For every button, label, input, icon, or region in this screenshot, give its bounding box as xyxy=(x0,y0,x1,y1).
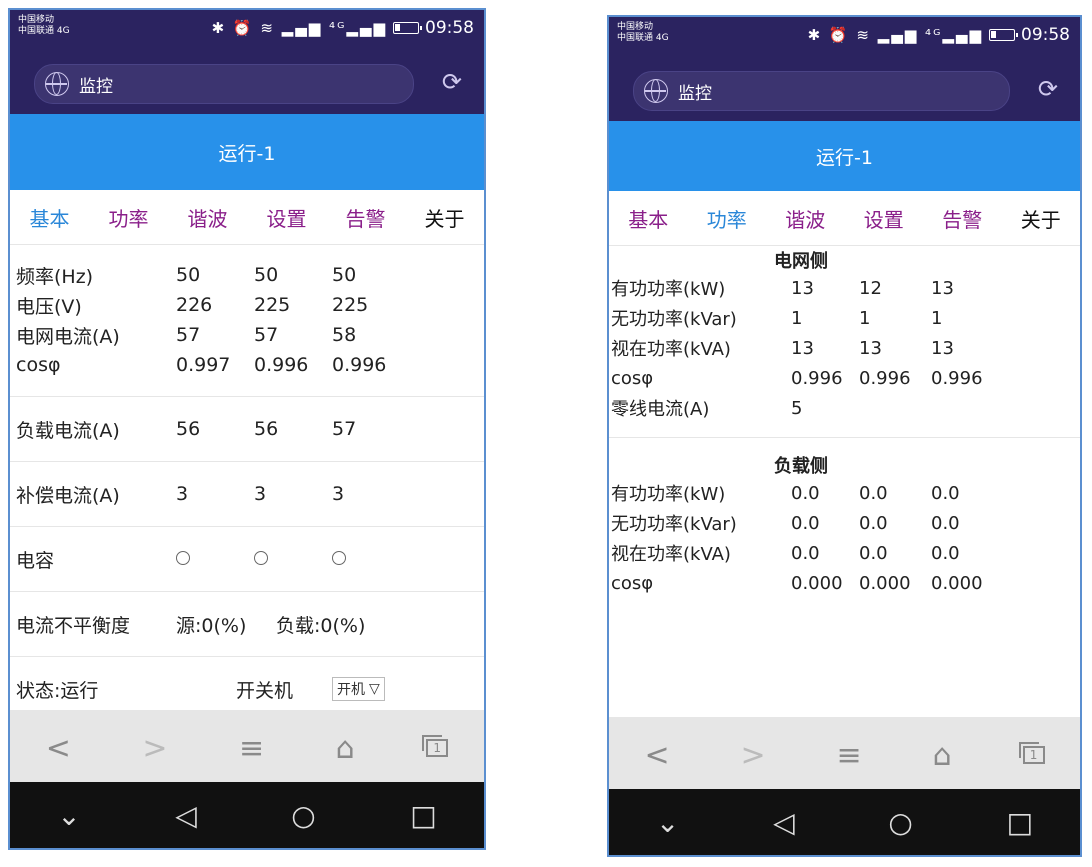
tab-settings[interactable]: 设置 xyxy=(267,203,307,232)
table-row: 视在功率(kVA) 13 13 13 xyxy=(611,337,954,361)
browser-nav: < > ≡ ⌂ 1 xyxy=(609,717,1080,793)
tab-basic[interactable]: 基本 xyxy=(30,203,70,232)
carrier-info: 中国移动 中国联通 4G xyxy=(617,22,669,43)
recent-apps-icon[interactable]: □ xyxy=(1007,806,1033,839)
tab-bar: 基本 功率 谐波 设置 告警 关于 xyxy=(609,191,1080,246)
battery-icon xyxy=(393,22,422,34)
table-row: 无功功率(kVar) 1 1 1 xyxy=(611,307,943,331)
url-field[interactable]: 监控 xyxy=(633,71,1010,111)
status-bar: 中国移动 中国联通 4G ✱ ⏰ ≋ ▂▄▆ ⁴ᴳ▂▄▆ 09:58 xyxy=(10,10,484,54)
table-row: cosφ 0.000 0.000 0.000 xyxy=(611,572,983,594)
refresh-icon[interactable]: ⟳ xyxy=(1038,77,1058,101)
tab-harmonics[interactable]: 谐波 xyxy=(785,204,825,233)
power-content: 电网侧 有功功率(kW) 13 12 13 无功功率(kVar) 1 1 1 视… xyxy=(609,247,1080,598)
globe-icon xyxy=(45,72,69,96)
tab-harmonics[interactable]: 谐波 xyxy=(188,203,228,232)
recent-apps-icon[interactable]: □ xyxy=(410,799,436,832)
home-icon[interactable]: ⌂ xyxy=(336,731,355,766)
carrier-info: 中国移动 中国联通 4G xyxy=(18,15,70,36)
browser-address-bar: 监控 ⟳ xyxy=(10,54,484,114)
phone-screen-power: 中国移动 中国联通 4G ✱ ⏰ ≋ ▂▄▆ ⁴ᴳ▂▄▆ 09:58 监控 ⟳ … xyxy=(607,15,1082,857)
status-bar: 中国移动 中国联通 4G ✱ ⏰ ≋ ▂▄▆ ⁴ᴳ▂▄▆ 09:58 xyxy=(609,17,1080,61)
capacitor-indicator xyxy=(332,551,346,565)
tab-bar: 基本 功率 谐波 设置 告警 关于 xyxy=(10,190,484,245)
basic-content: 频率(Hz) 50 50 50 电压(V) 226 225 225 电网电流(A… xyxy=(10,260,484,721)
section-header-grid: 电网侧 xyxy=(774,251,828,272)
system-home-icon[interactable]: ○ xyxy=(291,799,315,832)
system-nav: ⌄ ◁ ○ □ xyxy=(10,782,484,848)
tab-alarms[interactable]: 告警 xyxy=(346,203,386,232)
table-row: 电网电流(A) 57 57 58 xyxy=(16,324,357,348)
load-current-row: 负载电流(A) 56 56 57 xyxy=(16,418,357,442)
url-text: 监控 xyxy=(678,83,712,104)
table-row: 有功功率(kW) 13 12 13 xyxy=(611,277,954,301)
phone-screen-basic: 中国移动 中国联通 4G ✱ ⏰ ≋ ▂▄▆ ⁴ᴳ▂▄▆ 09:58 监控 ⟳ … xyxy=(8,8,486,850)
tab-alarms[interactable]: 告警 xyxy=(942,204,982,233)
page-title: 运行-1 xyxy=(609,121,1080,191)
capacitor-indicator xyxy=(254,551,268,565)
browser-nav: < > ≡ ⌂ 1 xyxy=(10,710,484,786)
menu-icon[interactable]: ≡ xyxy=(837,738,862,773)
refresh-icon[interactable]: ⟳ xyxy=(442,70,462,94)
tab-about[interactable]: 关于 xyxy=(425,203,465,232)
forward-icon[interactable]: > xyxy=(142,731,167,766)
section-header-load: 负载侧 xyxy=(774,456,828,477)
system-back-icon[interactable]: ◁ xyxy=(773,806,795,839)
chevron-down-icon: ▽ xyxy=(369,681,380,697)
forward-icon[interactable]: > xyxy=(741,738,766,773)
tabs-icon[interactable]: 1 xyxy=(422,735,449,757)
battery-icon xyxy=(989,29,1018,41)
table-row: 电压(V) 226 225 225 xyxy=(16,294,369,318)
table-row: 零线电流(A) 5 xyxy=(611,397,803,421)
globe-icon xyxy=(644,79,668,103)
status-icons: ✱ ⏰ ≋ ▂▄▆ ⁴ᴳ▂▄▆ xyxy=(211,19,387,37)
down-icon[interactable]: ⌄ xyxy=(656,806,679,839)
menu-icon[interactable]: ≡ xyxy=(239,731,264,766)
tab-about[interactable]: 关于 xyxy=(1021,204,1061,233)
url-field[interactable]: 监控 xyxy=(34,64,414,104)
table-row: 有功功率(kW) 0.0 0.0 0.0 xyxy=(611,482,960,506)
comp-current-row: 补偿电流(A) 3 3 3 xyxy=(16,483,345,507)
imbalance-row: 电流不平衡度 源:0(%) 负载:0(%) xyxy=(16,614,366,637)
tab-settings[interactable]: 设置 xyxy=(864,204,904,233)
power-switch-select[interactable]: 开机 ▽ xyxy=(332,677,385,701)
down-icon[interactable]: ⌄ xyxy=(57,799,80,832)
system-nav: ⌄ ◁ ○ □ xyxy=(609,789,1080,855)
table-row: 无功功率(kVar) 0.0 0.0 0.0 xyxy=(611,512,960,536)
back-icon[interactable]: < xyxy=(644,738,669,773)
page-title: 运行-1 xyxy=(10,114,484,190)
table-row: cosφ 0.996 0.996 0.996 xyxy=(611,367,983,389)
status-icons: ✱ ⏰ ≋ ▂▄▆ ⁴ᴳ▂▄▆ xyxy=(807,26,983,44)
clock: 09:58 xyxy=(425,18,474,38)
back-icon[interactable]: < xyxy=(46,731,71,766)
system-back-icon[interactable]: ◁ xyxy=(175,799,197,832)
tabs-icon[interactable]: 1 xyxy=(1018,742,1045,764)
table-row: cosφ 0.997 0.996 0.996 xyxy=(16,354,387,376)
tab-basic[interactable]: 基本 xyxy=(628,204,668,233)
url-text: 监控 xyxy=(79,76,113,97)
capacitor-indicator xyxy=(176,551,190,565)
clock: 09:58 xyxy=(1021,25,1070,45)
tab-power[interactable]: 功率 xyxy=(707,204,747,233)
browser-address-bar: 监控 ⟳ xyxy=(609,61,1080,121)
table-row: 视在功率(kVA) 0.0 0.0 0.0 xyxy=(611,542,960,566)
system-home-icon[interactable]: ○ xyxy=(888,806,912,839)
home-icon[interactable]: ⌂ xyxy=(933,738,952,773)
table-row: 频率(Hz) 50 50 50 xyxy=(16,264,357,288)
capacitor-row: 电容 xyxy=(10,527,484,591)
tab-power[interactable]: 功率 xyxy=(109,203,149,232)
